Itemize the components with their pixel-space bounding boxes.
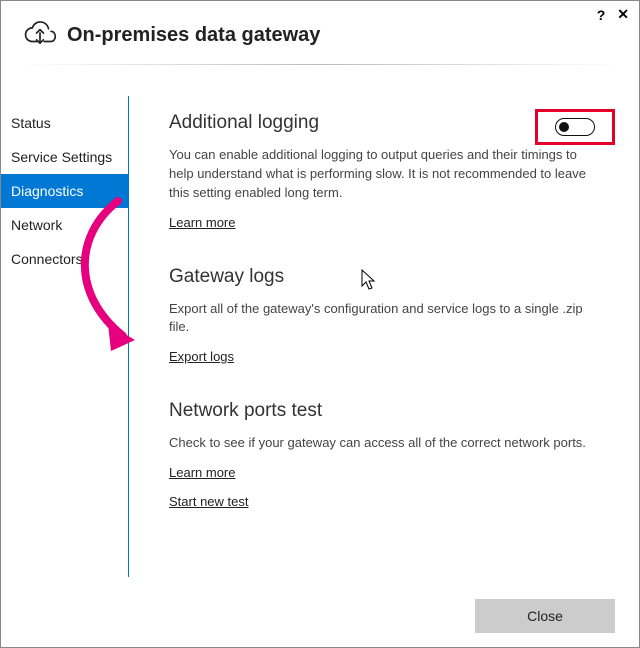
footer: Close xyxy=(1,585,639,647)
start-new-test-link[interactable]: Start new test xyxy=(169,494,248,509)
sidebar-item-connectors[interactable]: Connectors xyxy=(1,242,128,276)
gateway-cloud-icon xyxy=(23,19,57,52)
section-network-ports: Network ports test Check to see if your … xyxy=(169,400,615,511)
additional-logging-title: Additional logging xyxy=(169,112,319,134)
header: On-premises data gateway xyxy=(1,1,639,64)
sidebar: Status Service Settings Diagnostics Netw… xyxy=(1,96,129,577)
app-title: On-premises data gateway xyxy=(67,24,320,47)
network-ports-title: Network ports test xyxy=(169,400,615,422)
additional-logging-learn-more-link[interactable]: Learn more xyxy=(169,215,235,230)
gateway-logs-title: Gateway logs xyxy=(169,266,615,288)
help-icon[interactable]: ? xyxy=(597,7,606,23)
close-icon[interactable]: ✕ xyxy=(617,6,629,23)
additional-logging-toggle[interactable] xyxy=(555,118,595,136)
toggle-knob-icon xyxy=(559,122,569,132)
header-divider xyxy=(19,64,621,65)
network-ports-learn-more-link[interactable]: Learn more xyxy=(169,465,235,480)
network-ports-desc: Check to see if your gateway can access … xyxy=(169,434,599,453)
annotation-highlight-box xyxy=(535,109,615,145)
content-panel: Additional logging You can enable additi… xyxy=(129,96,639,577)
sidebar-item-network[interactable]: Network xyxy=(1,208,128,242)
sidebar-item-diagnostics[interactable]: Diagnostics xyxy=(1,174,128,208)
export-logs-link[interactable]: Export logs xyxy=(169,349,234,364)
close-button[interactable]: Close xyxy=(475,599,615,633)
sidebar-item-status[interactable]: Status xyxy=(1,106,128,140)
section-gateway-logs: Gateway logs Export all of the gateway's… xyxy=(169,266,615,367)
gateway-logs-desc: Export all of the gateway's configuratio… xyxy=(169,300,599,338)
additional-logging-desc: You can enable additional logging to out… xyxy=(169,146,599,203)
sidebar-item-service-settings[interactable]: Service Settings xyxy=(1,140,128,174)
